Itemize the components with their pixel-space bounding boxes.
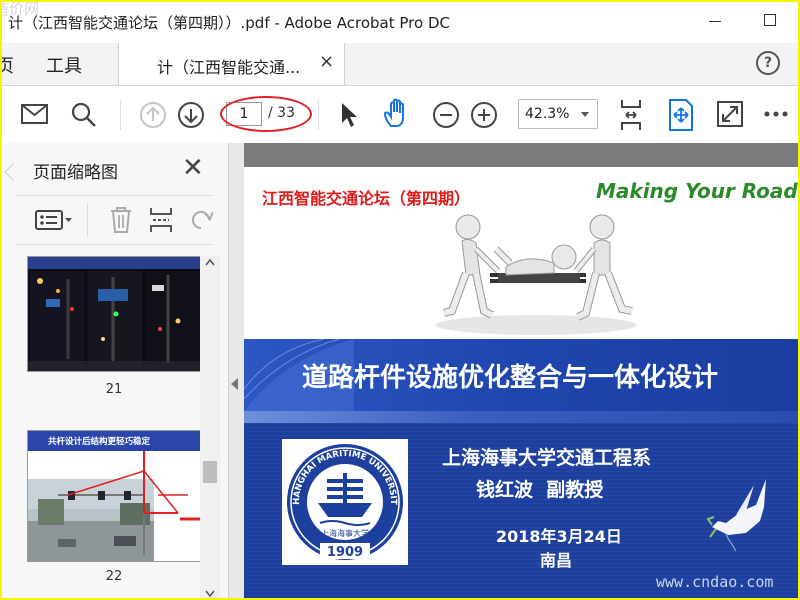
- title-bar: 计（江西智能交通论坛（第四期））.pdf - Adobe Acrobat Pro…: [0, 0, 800, 44]
- site-watermark: www.cndao.com: [656, 573, 774, 591]
- logo-year: 1909: [327, 545, 363, 560]
- main-title: 道路杆件设施优化整合与一体化设计: [302, 363, 719, 393]
- thumbnail-page-label: 21: [105, 382, 123, 397]
- watermark-text: 造价网: [0, 0, 40, 18]
- toolbar-separator: [318, 100, 319, 130]
- tab-close-icon[interactable]: ×: [319, 51, 334, 72]
- chevron-down-icon: [581, 112, 589, 117]
- thumbnail-page-label: 22: [105, 569, 123, 584]
- minimize-button[interactable]: [705, 12, 725, 32]
- zoom-value: 42.3%: [525, 106, 570, 122]
- title-band: 道路杆件设施优化整合与一体化设计: [244, 339, 800, 411]
- university-logo: SHANGHAI MARITIME UNIVERSITY 上海海事大学 1909: [278, 432, 408, 565]
- menu-home[interactable]: 页: [0, 52, 14, 78]
- more-icon[interactable]: [764, 110, 788, 118]
- date: 2018年3月24日: [496, 527, 622, 546]
- fullscreen-icon[interactable]: [716, 100, 744, 128]
- fit-page-icon[interactable]: [666, 98, 696, 132]
- trash-icon[interactable]: [109, 206, 133, 234]
- options-menu-icon[interactable]: [35, 210, 73, 230]
- dove-illustration: [706, 479, 766, 552]
- document-tab[interactable]: 计（江西智能交通... ×: [118, 43, 345, 85]
- tab-bar: 页 工具 计（江西智能交通... ×: [0, 43, 800, 86]
- zoom-select[interactable]: 42.3%: [518, 99, 598, 129]
- thumbnail-tools: [15, 195, 213, 245]
- insert-page-icon[interactable]: [149, 206, 175, 234]
- maximize-button[interactable]: [762, 12, 778, 28]
- thumbnail-header-text: 共杆设计后结构更轻巧稳定: [48, 437, 151, 447]
- scroll-up-icon[interactable]: [205, 258, 215, 266]
- thumbnails-panel: 页面缩略图 ✕ 21 共杆设计后结构更轻巧稳定 22: [0, 143, 229, 600]
- toolbar: 1 / 33 42.3%: [0, 86, 800, 144]
- rotate-icon[interactable]: [191, 208, 213, 232]
- panel-pointer-icon: [4, 163, 14, 181]
- search-icon[interactable]: [70, 101, 98, 129]
- band-stripe: [244, 411, 800, 423]
- collapse-panel-icon[interactable]: [231, 378, 238, 390]
- window-title: 计（江西智能交通论坛（第四期））.pdf - Adobe Acrobat Pro…: [8, 14, 450, 32]
- pole-diagram-photo: [28, 451, 200, 561]
- stretcher-figures-illustration: [436, 214, 636, 335]
- night-road-photos: [28, 269, 202, 371]
- select-cursor-icon[interactable]: [338, 101, 360, 129]
- location: 南昌: [540, 551, 573, 570]
- close-icon[interactable]: ✕: [182, 153, 204, 183]
- document-tab-label: 计（江西智能交通...: [157, 58, 301, 77]
- thumbnail-header: [28, 257, 202, 269]
- scroll-mode-icon[interactable]: [617, 98, 645, 132]
- previous-page-edge: [244, 143, 800, 167]
- zoom-out-icon[interactable]: [432, 101, 460, 129]
- help-icon[interactable]: ?: [756, 51, 780, 75]
- forum-title: 江西智能交通论坛（第四期）: [262, 189, 471, 208]
- hand-tool-icon[interactable]: [382, 98, 412, 130]
- author: 钱红波 副教授: [476, 479, 604, 501]
- scrollbar-thumb[interactable]: [203, 461, 217, 483]
- pdf-page: 江西智能交通论坛（第四期） Making Your Roads Sa: [244, 167, 800, 600]
- tool-separator: [87, 204, 88, 236]
- zoom-in-icon[interactable]: [470, 101, 498, 129]
- panel-title: 页面缩略图: [33, 163, 118, 183]
- thumbnail-page-21[interactable]: [27, 256, 203, 372]
- thumbnail-page-22[interactable]: 共杆设计后结构更轻巧稳定: [27, 430, 203, 562]
- lower-section: SHANGHAI MARITIME UNIVERSITY 上海海事大学 1909…: [244, 423, 800, 600]
- logo-cn-text: 上海海事大学: [321, 528, 369, 538]
- organization: 上海海事大学交通工程系: [442, 447, 652, 469]
- menu-tools[interactable]: 工具: [46, 52, 82, 78]
- thumbnail-scrollbar[interactable]: [200, 256, 220, 600]
- page-down-icon[interactable]: [177, 101, 205, 129]
- red-annotation-ellipse: [220, 96, 312, 132]
- mail-icon[interactable]: [20, 102, 50, 126]
- page-up-icon[interactable]: [139, 101, 167, 129]
- scroll-down-icon[interactable]: [205, 590, 215, 598]
- toolbar-separator: [120, 100, 121, 130]
- slogan-text: Making Your Roads Sa: [596, 179, 800, 203]
- thumbnail-list: 21 共杆设计后结构更轻巧稳定 22: [14, 256, 219, 600]
- university-seal-icon: SHANGHAI MARITIME UNIVERSITY 上海海事大学 1909: [278, 432, 403, 560]
